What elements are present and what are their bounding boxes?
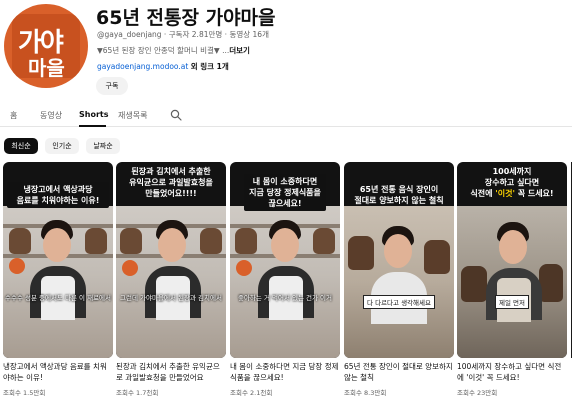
thumbnail-headline: 냉장고에서 액상과당 음료를 치워야하는 이유! <box>7 182 109 208</box>
search-icon[interactable] <box>170 109 182 121</box>
channel-description-text: ▼65년 된장 장인 안종덕 할머니 비결▼ ... <box>97 46 230 55</box>
thumbnail-subtitle: 수수수 성분 중에서도 다른 이 재료에서 <box>4 294 111 302</box>
tab-videos[interactable]: 동영상 <box>40 110 62 121</box>
chip-oldest[interactable]: 날짜순 <box>86 138 120 154</box>
short-views: 조회수 1.7천회 <box>116 389 159 397</box>
tab-home[interactable]: 홈 <box>10 110 17 121</box>
channel-more-links[interactable]: 외 링크 1개 <box>191 62 229 71</box>
short-views: 조회수 8.3만회 <box>344 389 387 397</box>
channel-description[interactable]: ▼65년 된장 장인 안종덕 할머니 비결▼ ...더보기 <box>97 45 250 56</box>
thumbnail-subtitle: 그런데 가야마을에서 된장과 김치에서 <box>120 294 222 302</box>
chip-latest[interactable]: 최신순 <box>4 138 38 154</box>
short-title[interactable]: 100세까지 장수하고 싶다면 식전에 '이것' 꼭 드세요! <box>457 361 567 383</box>
description-more-link[interactable]: 더보기 <box>229 46 250 55</box>
channel-avatar[interactable]: 가야 마을 <box>4 4 88 88</box>
thumbnail-scene <box>3 206 113 358</box>
short-views: 조회수 1.5만회 <box>3 389 46 397</box>
channel-tabs: 홈 동영상 Shorts 재생목록 <box>0 105 572 127</box>
short-views: 조회수 2.1천회 <box>230 389 273 397</box>
short-title[interactable]: 된장과 김치에서 추출한 유익균으로 과일발효청을 만들었어요 <box>116 361 226 383</box>
short-thumbnail[interactable]: 100세까지 장수하고 싶다면 식전에 '이것' 꼭 드세요! 제일 먼저 <box>457 162 567 358</box>
short-title[interactable]: 65년 전통 장인이 절대로 양보하지 않는 철칙 <box>344 361 454 383</box>
active-tab-indicator <box>79 125 106 127</box>
thumbnail-scene <box>344 206 454 358</box>
thumbnail-scene <box>116 206 226 358</box>
thumbnail-headline: 100세까지 장수하고 싶다면 식전에 '이것' 꼭 드세요! <box>470 167 554 198</box>
channel-links: gayadoenjang.modoo.at 외 링크 1개 <box>97 61 229 72</box>
short-thumbnail[interactable]: 내 몸이 소중하다면 지금 당장 정제식품을 끊으세요! 좋아하는 거 먹어서 … <box>230 162 340 358</box>
tab-shorts[interactable]: Shorts <box>79 110 108 119</box>
subscribe-button[interactable]: 구독 <box>96 77 128 95</box>
thumbnail-headline: 된장과 김치에서 추출한 유익균으로 과일발효청을 만들었어요!!!! <box>129 167 213 198</box>
thumbnail-headline: 65년 전통 음식 장인이 절대로 양보하지 않는 철칙 <box>354 185 444 205</box>
thumbnail-subtitle: 좋아하는 거 먹어서 있는 건가 이거 <box>237 294 333 302</box>
short-title[interactable]: 냉장고에서 액상과당 음료를 치워야하는 이유! <box>3 361 113 383</box>
thumbnail-scene <box>457 206 567 358</box>
channel-link-url[interactable]: gayadoenjang.modoo.at <box>97 62 188 71</box>
channel-meta: @gaya_doenjang · 구독자 2.81만명 · 동영상 16개 <box>97 30 269 39</box>
avatar-logo-text-bottom: 마을 <box>28 56 65 80</box>
short-title[interactable]: 내 몸이 소중하다면 지금 당장 정제식품을 끊으세요! <box>230 361 340 383</box>
thumbnail-scene <box>230 206 340 358</box>
channel-title: 65년 전통장 가야마을 <box>96 7 276 29</box>
thumbnail-headline: 내 몸이 소중하다면 지금 당장 정제식품을 끊으세요! <box>244 174 326 211</box>
chip-popular[interactable]: 인기순 <box>45 138 79 154</box>
short-thumbnail[interactable]: 65년 전통 음식 장인이 절대로 양보하지 않는 철칙 다 다르다고 생각해세… <box>344 162 454 358</box>
thumbnail-subtitle: 다 다르다고 생각해세요 <box>344 290 454 309</box>
short-views: 조회수 23만회 <box>457 389 498 397</box>
short-thumbnail[interactable]: 된장과 김치에서 추출한 유익균으로 과일발효청을 만들었어요!!!! 그런데 … <box>116 162 226 358</box>
short-thumbnail[interactable]: 냉장고에서 액상과당 음료를 치워야하는 이유! 수수수 성분 중에서도 다른 … <box>3 162 113 358</box>
thumbnail-subtitle: 제일 먼저 <box>457 290 567 309</box>
tab-playlists[interactable]: 재생목록 <box>118 110 147 121</box>
